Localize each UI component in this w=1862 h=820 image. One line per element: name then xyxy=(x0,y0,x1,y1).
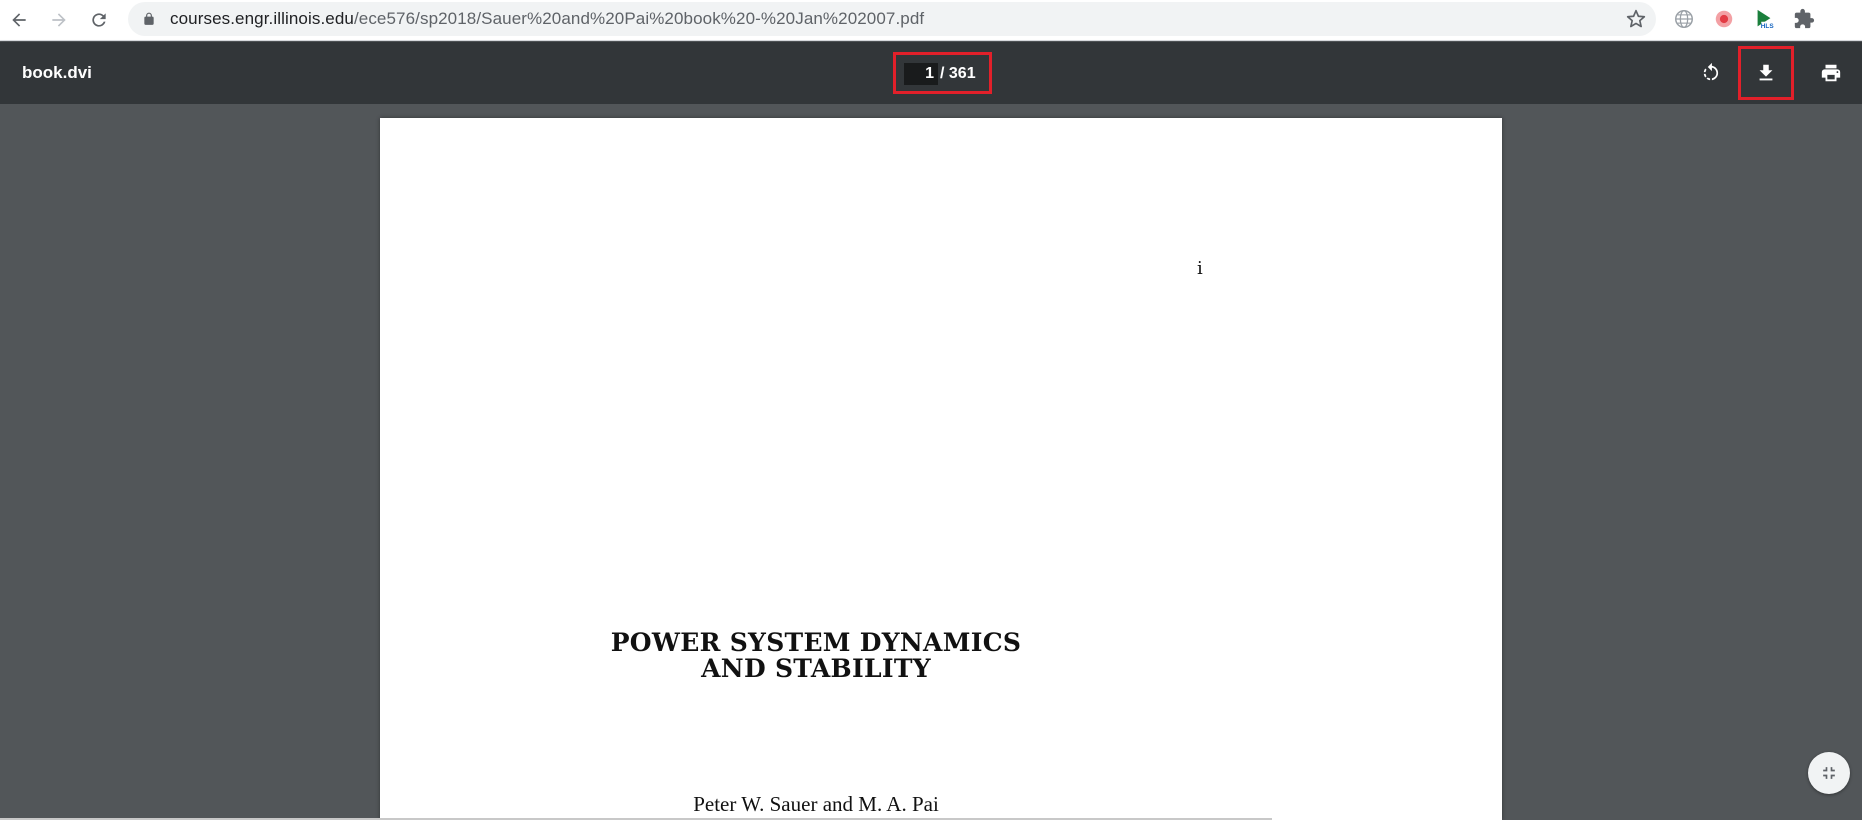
print-button[interactable] xyxy=(1814,56,1848,90)
star-icon[interactable] xyxy=(1626,9,1646,29)
globe-extension-button[interactable] xyxy=(1672,7,1696,31)
extensions-button[interactable] xyxy=(1792,7,1816,31)
book-authors: Peter W. Sauer and M. A. Pai xyxy=(693,792,939,816)
page-indicator-highlight: 1 / 361 xyxy=(893,52,992,94)
hls-extension-icon: HLS xyxy=(1757,9,1775,30)
rotate-icon xyxy=(1703,62,1719,81)
back-arrow-icon xyxy=(12,13,26,27)
browser-chrome: courses.engr.illinois.edu/ece576/sp2018/… xyxy=(0,0,1862,41)
record-extension-button[interactable] xyxy=(1712,7,1736,31)
reload-icon xyxy=(92,13,106,27)
book-title: POWER SYSTEM DYNAMICS AND STABILITY xyxy=(560,630,1072,682)
url-path: /ece576/sp2018/Sauer%20and%20Pai%20book%… xyxy=(353,9,925,28)
back-button[interactable] xyxy=(4,5,34,35)
pdf-page[interactable]: i POWER SYSTEM DYNAMICS AND STABILITY Pe… xyxy=(380,118,1502,820)
url-host: courses.engr.illinois.edu xyxy=(170,9,354,28)
forward-button[interactable] xyxy=(44,5,74,35)
document-title: book.dvi xyxy=(22,63,92,82)
print-icon xyxy=(1821,64,1841,82)
download-button[interactable] xyxy=(1749,56,1783,90)
lock-icon[interactable] xyxy=(142,12,156,26)
svg-text:HLS: HLS xyxy=(1761,23,1775,30)
fit-to-page-icon xyxy=(1823,767,1835,779)
pdf-viewer[interactable]: i POWER SYSTEM DYNAMICS AND STABILITY Pe… xyxy=(0,104,1862,820)
address-bar[interactable]: courses.engr.illinois.edu/ece576/sp2018/… xyxy=(128,2,1656,36)
download-highlight xyxy=(1738,46,1794,100)
download-icon xyxy=(1759,64,1773,81)
page-total: / 361 xyxy=(940,65,976,82)
record-extension-icon xyxy=(1715,10,1733,28)
page-number-input[interactable]: 1 xyxy=(904,63,938,85)
url-text[interactable]: courses.engr.illinois.edu/ece576/sp2018/… xyxy=(170,2,924,36)
page-number-roman: i xyxy=(1197,258,1203,279)
pdf-toolbar: book.dvi 1 / 361 xyxy=(0,42,1862,104)
hls-extension-button[interactable]: HLS xyxy=(1752,7,1776,31)
book-title-line-1: POWER SYSTEM DYNAMICS xyxy=(610,628,1022,657)
fit-to-page-button[interactable] xyxy=(1808,752,1850,794)
book-title-line-2: AND STABILITY xyxy=(701,654,931,683)
forward-arrow-icon xyxy=(52,13,66,27)
reload-button[interactable] xyxy=(84,5,114,35)
puzzle-extensions-icon xyxy=(1794,8,1815,29)
globe-extension-icon xyxy=(1675,10,1693,28)
rotate-button[interactable] xyxy=(1694,56,1728,90)
